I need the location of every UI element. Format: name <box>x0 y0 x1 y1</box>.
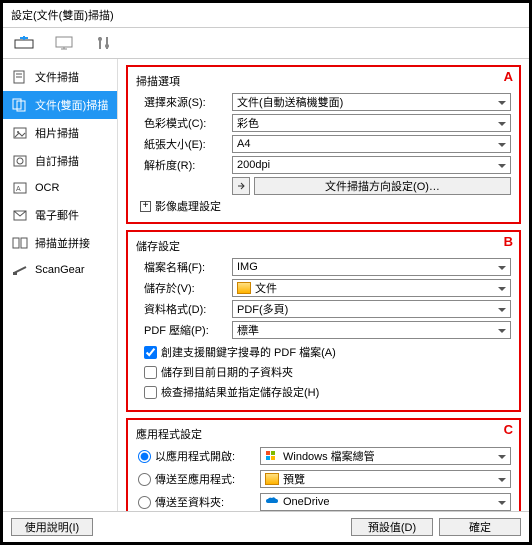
section-scan-options: A 掃描選項 選擇來源(S): 文件(自動送稿機雙面) 色彩模式(C): 彩色 … <box>126 65 521 224</box>
ocr-icon: A <box>11 181 29 195</box>
sidebar-label: OCR <box>35 182 59 194</box>
sidebar-item-photo-scan[interactable]: 相片掃描 <box>3 119 117 147</box>
source-combo[interactable]: 文件(自動送稿機雙面) <box>232 93 511 111</box>
resolution-label: 解析度(R): <box>136 157 228 173</box>
sidebar-item-custom-scan[interactable]: 自訂掃描 <box>3 147 117 175</box>
compress-label: PDF 壓縮(P): <box>136 322 228 338</box>
colormode-combo[interactable]: 彩色 <box>232 114 511 132</box>
section-letter-c: C <box>504 422 513 437</box>
sidebar-item-email[interactable]: 電子郵件 <box>3 201 117 229</box>
send-to-app-combo[interactable]: 預覽 <box>260 470 511 488</box>
sidebar: 文件掃描 文件(雙面)掃描 相片掃描 自訂掃描 A OCR 電子郵件 <box>3 59 118 511</box>
section-title: 儲存設定 <box>136 238 511 254</box>
open-with-app-radio[interactable]: 以應用程式開啟: <box>136 446 256 466</box>
stitch-icon <box>11 236 29 250</box>
sidebar-label: 掃描並拼接 <box>35 235 90 251</box>
duplex-icon <box>11 98 29 112</box>
toolbar <box>3 28 529 59</box>
toolbar-scanner-icon[interactable] <box>13 34 35 52</box>
send-to-folder-radio[interactable]: 傳送至資料夾: <box>136 492 256 511</box>
sidebar-item-document-scan[interactable]: 文件掃描 <box>3 63 117 91</box>
sidebar-item-ocr[interactable]: A OCR <box>3 175 117 201</box>
defaults-button[interactable]: 預設值(D) <box>351 518 433 536</box>
footer: 使用說明(I) 預設值(D) 確定 <box>3 511 529 542</box>
photo-icon <box>11 126 29 140</box>
savein-combo[interactable]: 文件 <box>232 279 511 297</box>
ok-button[interactable]: 確定 <box>439 518 521 536</box>
sidebar-label: 相片掃描 <box>35 125 79 141</box>
window-title: 設定(文件(雙面)掃描) <box>3 3 529 28</box>
send-to-folder-combo[interactable]: OneDrive <box>260 493 511 511</box>
toolbar-monitor-icon[interactable] <box>53 34 75 52</box>
orient-square-button[interactable] <box>232 177 250 195</box>
content-area: A 掃描選項 選擇來源(S): 文件(自動送稿機雙面) 色彩模式(C): 彩色 … <box>118 59 529 511</box>
sidebar-label: 自訂掃描 <box>35 153 79 169</box>
source-label: 選擇來源(S): <box>136 94 228 110</box>
compress-combo[interactable]: 標準 <box>232 321 511 339</box>
windows-icon <box>265 450 279 462</box>
orientation-button[interactable]: 文件掃描方向設定(O)… <box>254 177 511 195</box>
pdf-keyword-checkbox[interactable]: 創建支援關鍵字搜尋的 PDF 檔案(A) <box>136 342 511 362</box>
folder-icon <box>265 473 279 485</box>
scangear-icon <box>11 263 29 277</box>
email-icon <box>11 208 29 222</box>
open-with-combo[interactable]: Windows 檔案總管 <box>260 447 511 465</box>
section-save-settings: B 儲存設定 檔案名稱(F): IMG 儲存於(V): 文件 資料格式(D): … <box>126 230 521 412</box>
section-title: 應用程式設定 <box>136 426 511 442</box>
papersize-label: 紙張大小(E): <box>136 136 228 152</box>
section-title: 掃描選項 <box>136 73 511 89</box>
sidebar-label: 文件掃描 <box>35 69 79 85</box>
sidebar-label: 電子郵件 <box>35 207 79 223</box>
section-app-settings: C 應用程式設定 以應用程式開啟: Windows 檔案總管 傳送至應用程式: … <box>126 418 521 511</box>
sidebar-label: ScanGear <box>35 264 85 276</box>
custom-icon <box>11 154 29 168</box>
savein-label: 儲存於(V): <box>136 280 228 296</box>
onedrive-icon <box>265 496 279 508</box>
section-letter-a: A <box>504 69 513 84</box>
sidebar-item-stitch[interactable]: 掃描並拼接 <box>3 229 117 257</box>
document-icon <box>11 70 29 84</box>
sidebar-item-scangear[interactable]: ScanGear <box>3 257 117 283</box>
format-label: 資料格式(D): <box>136 301 228 317</box>
folder-icon <box>237 282 251 294</box>
plus-icon: + <box>140 201 151 212</box>
sidebar-label: 文件(雙面)掃描 <box>35 97 108 113</box>
section-letter-b: B <box>504 234 513 249</box>
filename-label: 檔案名稱(F): <box>136 259 228 275</box>
check-results-checkbox[interactable]: 檢查掃描結果並指定儲存設定(H) <box>136 382 511 402</box>
send-to-app-radio[interactable]: 傳送至應用程式: <box>136 469 256 489</box>
colormode-label: 色彩模式(C): <box>136 115 228 131</box>
svg-text:A: A <box>16 186 21 193</box>
help-button[interactable]: 使用說明(I) <box>11 518 93 536</box>
resolution-combo[interactable]: 200dpi <box>232 156 511 174</box>
toolbar-tools-icon[interactable] <box>93 34 115 52</box>
filename-combo[interactable]: IMG <box>232 258 511 276</box>
sidebar-item-duplex-scan[interactable]: 文件(雙面)掃描 <box>3 91 117 119</box>
papersize-combo[interactable]: A4 <box>232 135 511 153</box>
format-combo[interactable]: PDF(多頁) <box>232 300 511 318</box>
image-processing-expand[interactable]: + 影像處理設定 <box>136 198 221 214</box>
subfolder-checkbox[interactable]: 儲存到目前日期的子資料夾 <box>136 362 511 382</box>
